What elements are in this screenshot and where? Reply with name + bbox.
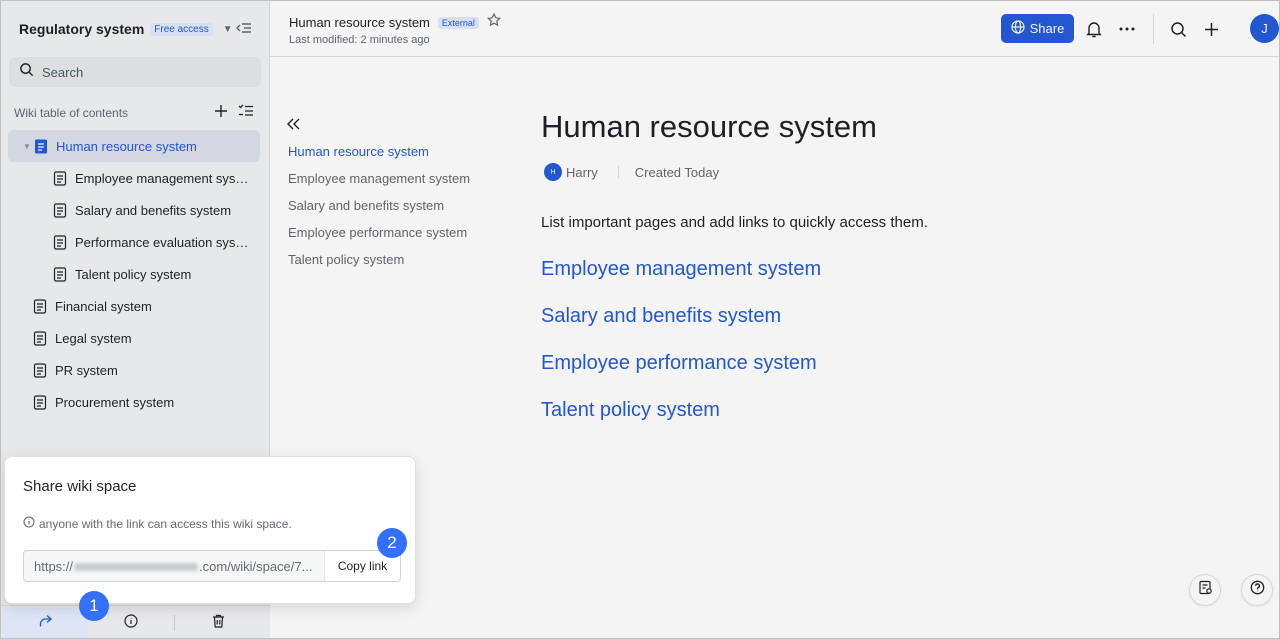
info-icon	[23, 516, 35, 531]
created-date: Created Today	[634, 164, 720, 180]
step-badge-2: 2	[377, 528, 407, 558]
doc-title-row: Human resource system External	[289, 12, 502, 32]
tree-item-label: Procurement system	[55, 394, 175, 410]
doc-icon	[53, 170, 67, 186]
globe-icon	[1011, 20, 1025, 37]
tree-item-pr[interactable]: PR system	[8, 354, 260, 386]
tree-item-label: Salary and benefits system	[75, 202, 232, 218]
share-button[interactable]: Share	[1001, 14, 1074, 43]
doc-icon	[53, 234, 67, 250]
search-input[interactable]	[42, 64, 242, 80]
doc-icon	[33, 394, 47, 410]
document-content: Human resource system H Harry Created To…	[541, 107, 1141, 422]
tree-item-label: Performance evaluation system	[75, 234, 250, 250]
tree-item-salary-benefits[interactable]: Salary and benefits system	[8, 194, 260, 226]
info-icon	[124, 613, 138, 633]
wiki-tree: ▼ Human resource system Employee managem…	[8, 130, 260, 418]
share-link-text: https:// .com/wiki/space/7...	[24, 559, 324, 574]
page-link[interactable]: Talent policy system	[541, 398, 1141, 422]
doc-outline: Human resource system Employee managemen…	[288, 143, 470, 278]
access-badge: Free access	[150, 22, 213, 36]
app-window: Regulatory system Free access ▼ Wiki tab…	[0, 0, 1280, 639]
add-page-icon[interactable]	[214, 104, 228, 123]
doc-icon	[33, 330, 47, 346]
tree-item-label: PR system	[55, 362, 118, 378]
caret-down-icon[interactable]: ▼	[223, 24, 233, 35]
doc-icon	[34, 139, 48, 154]
plus-icon[interactable]	[1201, 19, 1221, 39]
tree-item-human-resource[interactable]: ▼ Human resource system	[8, 130, 260, 162]
space-header[interactable]: Regulatory system Free access ▼	[19, 19, 233, 39]
page-link[interactable]: Salary and benefits system	[541, 304, 1141, 328]
search-icon	[19, 62, 34, 82]
share-button-label: Share	[1029, 21, 1065, 36]
outline-item[interactable]: Human resource system	[288, 143, 470, 170]
outline-item[interactable]: Talent policy system	[288, 251, 470, 278]
bell-icon[interactable]	[1084, 19, 1104, 39]
toc-title: Wiki table of contents	[14, 106, 129, 120]
search-bar[interactable]	[9, 57, 261, 87]
doc-icon	[53, 202, 67, 218]
expand-arrow-icon[interactable]: ▼	[20, 142, 34, 151]
toc-header: Wiki table of contents	[14, 104, 254, 123]
doc-settings-icon	[1198, 580, 1213, 600]
intro-text: List important pages and add links to qu…	[541, 214, 928, 231]
tree-item-performance-evaluation[interactable]: Performance evaluation system	[8, 226, 260, 258]
star-icon[interactable]	[486, 12, 502, 32]
help-button[interactable]	[1241, 574, 1273, 606]
doc-icon	[33, 362, 47, 378]
collapse-outline-icon[interactable]	[285, 117, 301, 136]
share-icon	[38, 614, 53, 633]
tree-item-label: Financial system	[55, 298, 152, 314]
tree-item-label: Legal system	[55, 330, 132, 346]
last-modified: Last modified: 2 minutes ago	[289, 34, 430, 46]
page-title: Human resource system	[541, 109, 877, 144]
step-badge-1: 1	[79, 591, 109, 621]
redacted-link	[74, 563, 199, 572]
trash-button[interactable]	[175, 608, 261, 638]
outline-item[interactable]: Employee management system	[288, 170, 470, 197]
author-name[interactable]: Harry	[566, 165, 598, 180]
divider	[1153, 14, 1154, 44]
sidebar-bottom-bar	[1, 605, 270, 638]
doc-title[interactable]: Human resource system	[289, 15, 430, 30]
tree-item-financial[interactable]: Financial system	[8, 290, 260, 322]
help-icon	[1250, 580, 1265, 600]
search-icon[interactable]	[1168, 19, 1188, 39]
share-link-field[interactable]: https://.com/wiki/space/7... Copy link	[23, 550, 401, 582]
main-area: Human resource system Employee managemen…	[270, 57, 1279, 638]
collapse-sidebar-icon[interactable]	[235, 19, 253, 37]
doc-meta: H Harry Created Today	[541, 163, 1141, 181]
tree-item-label: Employee management system	[75, 170, 250, 186]
link-suffix: .com/wiki/space/7...	[199, 558, 313, 574]
outline-item[interactable]: Salary and benefits system	[288, 197, 470, 224]
share-wiki-popup: Share wiki space anyone with the link ca…	[4, 456, 416, 604]
more-icon[interactable]	[1117, 19, 1137, 39]
tree-item-legal[interactable]: Legal system	[8, 322, 260, 354]
top-bar: Human resource system External Last modi…	[270, 1, 1279, 57]
external-badge: External	[437, 16, 479, 29]
doc-tools-button[interactable]	[1189, 574, 1221, 606]
doc-icon	[33, 298, 47, 314]
popup-note-text: anyone with the link can access this wik…	[39, 516, 292, 531]
doc-icon	[53, 266, 67, 282]
toc-list-icon[interactable]	[238, 104, 254, 123]
share-space-button[interactable]	[2, 608, 88, 638]
popup-title: Share wiki space	[23, 478, 137, 495]
tree-item-label: Human resource system	[56, 138, 197, 154]
divider	[617, 166, 619, 178]
link-prefix: https://	[34, 558, 74, 574]
popup-note: anyone with the link can access this wik…	[23, 516, 292, 531]
space-title: Regulatory system	[19, 21, 145, 37]
user-avatar[interactable]: J	[1250, 14, 1279, 43]
tree-item-employee-management[interactable]: Employee management system	[8, 162, 260, 194]
tree-item-procurement[interactable]: Procurement system	[8, 386, 260, 418]
trash-icon	[212, 614, 225, 633]
page-link[interactable]: Employee performance system	[541, 351, 1141, 375]
tree-item-talent-policy[interactable]: Talent policy system	[8, 258, 260, 290]
author-avatar: H	[544, 163, 562, 181]
page-link[interactable]: Employee management system	[541, 257, 1141, 281]
tree-item-label: Talent policy system	[75, 266, 192, 282]
outline-item[interactable]: Employee performance system	[288, 224, 470, 251]
